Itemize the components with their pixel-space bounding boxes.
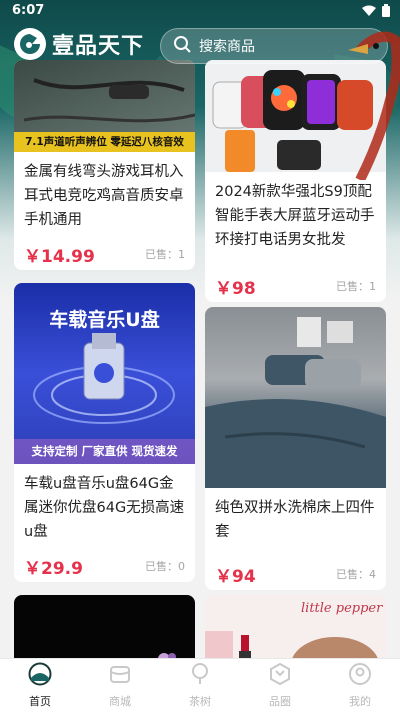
product-card[interactable]: 7.1声道听声辨位 零延迟八核音效 金属有线弯头游戏耳机入耳式电竞吃鸡高音质安卓… <box>14 60 195 270</box>
product-card[interactable] <box>14 595 195 658</box>
app-name: 壹品天下 <box>52 34 145 59</box>
product-title: 车载u盘音乐u盘64G金属迷你优盘64G无损高速u盘 <box>24 476 185 540</box>
status-time: 6:07 <box>12 3 45 18</box>
tab-circle[interactable]: 品圈 <box>240 659 320 712</box>
product-card[interactable]: little pepper <box>205 595 386 658</box>
tab-shop[interactable]: 商城 <box>80 659 160 712</box>
wifi-icon <box>362 5 376 21</box>
bird-decoration <box>340 30 400 183</box>
product-price: ￥98 <box>215 279 256 299</box>
product-card[interactable]: 车载音乐U盘 支持定制 厂家直供 现货速发 车载u盘音乐u盘64G金属迷你优盘6… <box>14 283 195 582</box>
shop-icon <box>108 662 132 690</box>
tab-label: 我的 <box>349 695 371 708</box>
product-image: 7.1声道听声辨位 零延迟八核音效 <box>14 60 195 152</box>
tab-tree[interactable]: 茶树 <box>160 659 240 712</box>
battery-icon <box>382 4 390 21</box>
product-title: 纯色双拼水洗棉床上四件套 <box>215 500 375 540</box>
product-image <box>14 595 195 658</box>
product-price: ￥14.99 <box>24 247 95 267</box>
product-banner-footer: 支持定制 厂家直供 现货速发 <box>14 439 195 464</box>
tab-label: 品圈 <box>269 695 291 708</box>
product-banner-text: 7.1声道听声辨位 零延迟八核音效 <box>14 132 195 152</box>
product-title: 金属有线弯头游戏耳机入耳式电竞吃鸡高音质安卓手机通用 <box>24 164 184 228</box>
bottom-tab-bar: 首页 商城 茶树 品圈 我的 <box>0 658 400 712</box>
tree-icon <box>188 662 212 690</box>
tab-label: 茶树 <box>189 695 211 708</box>
product-sold-count: 已售：0 <box>145 560 185 573</box>
product-price: ￥29.9 <box>24 559 83 579</box>
status-bar: 6:07 <box>0 0 400 22</box>
tab-home[interactable]: 首页 <box>0 659 80 712</box>
product-title: 2024新款华强北S9顶配智能手表大屏蓝牙运动手环接打电话男女批发 <box>215 184 375 248</box>
product-sold-count: 已售：1 <box>145 248 185 261</box>
product-card[interactable]: 纯色双拼水洗棉床上四件套 ￥94 已售：4 <box>205 307 386 590</box>
product-image: 车载音乐U盘 支持定制 厂家直供 现货速发 <box>14 283 195 464</box>
app-logo: 壹品天下 <box>14 28 144 60</box>
search-icon <box>173 35 191 57</box>
logo-icon <box>14 28 46 60</box>
product-sold-count: 已售：1 <box>336 280 376 293</box>
product-image: little pepper <box>205 595 386 658</box>
search-placeholder: 搜索商品 <box>199 39 255 55</box>
product-sold-count: 已售：4 <box>336 568 376 581</box>
product-price: ￥94 <box>215 567 256 587</box>
home-icon <box>28 662 52 690</box>
profile-icon <box>348 662 372 690</box>
tab-label: 首页 <box>29 695 51 708</box>
product-image <box>205 307 386 488</box>
tab-profile[interactable]: 我的 <box>320 659 400 712</box>
tab-label: 商城 <box>109 695 131 708</box>
circle-icon <box>268 662 292 690</box>
